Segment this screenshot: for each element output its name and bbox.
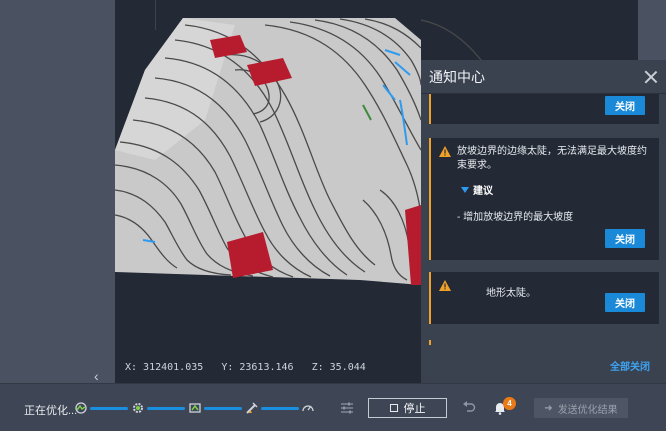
progress-bar [147, 407, 185, 410]
layers-step-icon [189, 403, 201, 413]
coordinate-readout: X: 312401.035 Y: 23613.146 Z: 35.044 [125, 362, 378, 373]
undo-icon[interactable] [462, 400, 476, 414]
terrain-view [115, 18, 421, 285]
warning-icon [439, 146, 451, 157]
card-close-button[interactable]: 关闭 [605, 293, 645, 312]
close-all-link[interactable]: 全部关闭 [610, 358, 650, 373]
stop-icon [389, 404, 398, 412]
status-text: 正在优化... [24, 405, 78, 417]
warning-icon [439, 280, 451, 291]
send-results-button[interactable]: ➜ 发送优化结果 [534, 398, 628, 418]
terrain-step-icon [75, 402, 87, 414]
notification-panel: 通知中心 关闭 放坡边界的边缘太陡，无法满足最大坡度约束要求。 建议 - 增加放… [421, 60, 666, 383]
notification-card: 关闭 [429, 94, 659, 124]
bottom-toolbar: 正在优化... 停止 4 ➜ 发送优化结果 [0, 383, 666, 431]
notification-badge: 4 [503, 397, 516, 410]
notification-title: 通知中心 [429, 68, 485, 85]
send-label: 发送优化结果 [557, 404, 618, 416]
sliders-icon[interactable] [340, 402, 354, 414]
card-close-button[interactable]: 关闭 [605, 96, 645, 115]
notification-message: 放坡边界的边缘太陡，无法满足最大坡度约束要求。 [457, 146, 647, 171]
suggestion-label: 建议 [473, 186, 493, 197]
coord-x: X: 312401.035 [125, 362, 204, 373]
suggestion-item: - 增加放坡边界的最大坡度 [457, 212, 574, 223]
card-close-button[interactable]: 关闭 [605, 229, 645, 248]
coord-y: Y: 23613.146 [221, 362, 294, 373]
viewport-extension [421, 0, 638, 60]
chevron-left-icon[interactable]: ‹ [94, 368, 99, 384]
progress-bar [204, 407, 242, 410]
progress-bar [261, 407, 299, 410]
expand-triangle-icon [461, 186, 469, 193]
notification-card [429, 340, 659, 345]
send-arrow-icon: ➜ [544, 402, 553, 414]
suggestion-toggle[interactable]: 建议 [461, 182, 493, 197]
coord-z: Z: 35.044 [311, 362, 366, 373]
gauge-icon [302, 405, 314, 412]
progress-bar [90, 407, 128, 410]
notification-header: 通知中心 [421, 60, 666, 94]
3d-viewport[interactable]: X: 312401.035 Y: 23613.146 Z: 35.044 [115, 0, 421, 383]
stop-label: 停止 [403, 403, 426, 415]
tools-step-icon [246, 402, 258, 414]
notification-card: 放坡边界的边缘太陡，无法满足最大坡度约束要求。 建议 - 增加放坡边界的最大坡度… [429, 138, 659, 260]
gear-step-icon [133, 403, 143, 413]
stop-button[interactable]: 停止 [368, 398, 447, 418]
notification-card: 地形太陡。 关闭 [429, 272, 659, 324]
close-icon[interactable] [644, 70, 658, 84]
